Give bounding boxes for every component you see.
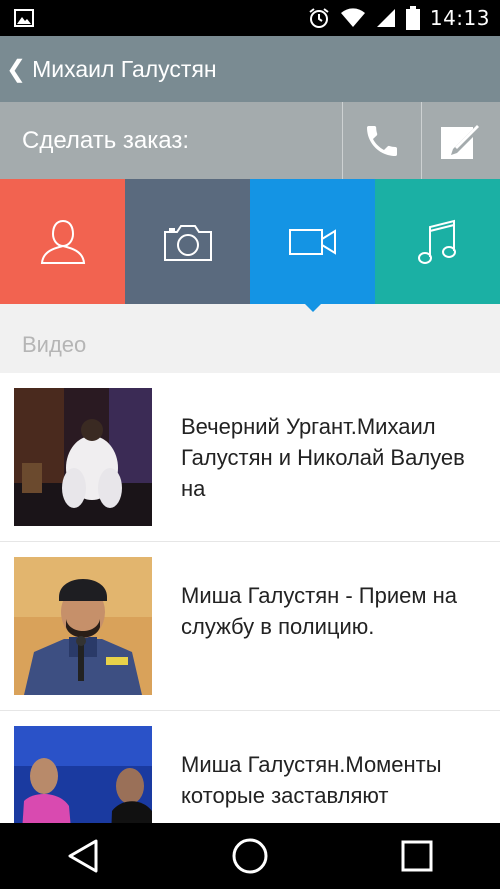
camera-icon [163, 224, 212, 261]
video-thumbnail [14, 388, 152, 526]
nav-home-button[interactable] [220, 826, 280, 886]
section-header: Видео [0, 304, 500, 373]
back-icon [68, 839, 98, 873]
home-icon [232, 838, 268, 874]
video-item[interactable]: Вечерний Ургант.Михаил Галустян и Никола… [0, 373, 500, 542]
profile-header: ❮ Михаил Галустян Сделать заказ: [0, 36, 500, 179]
nav-back-button[interactable] [53, 826, 113, 886]
wifi-icon [340, 8, 365, 27]
person-icon [40, 219, 85, 264]
order-form-button[interactable] [421, 102, 500, 179]
video-item[interactable]: Миша Галустян - Прием на службу в полици… [0, 542, 500, 711]
video-thumbnail [14, 726, 152, 823]
alarm-icon [309, 8, 329, 28]
category-tabs [0, 179, 500, 312]
recents-icon [401, 840, 433, 872]
back-chevron-icon[interactable]: ❮ [6, 55, 26, 84]
image-icon [14, 9, 34, 27]
system-nav-bar [0, 823, 500, 889]
music-icon [417, 219, 456, 264]
battery-icon [405, 6, 420, 30]
call-button[interactable] [342, 102, 421, 179]
video-title: Вечерний Ургант.Михаил Галустян и Никола… [181, 414, 465, 501]
order-label: Сделать заказ: [22, 126, 190, 154]
video-item[interactable]: Миша Галустян.Моменты которые заставляют [0, 711, 500, 823]
signal-icon [376, 9, 395, 27]
video-title: Миша Галустян.Моменты которые заставляют [181, 752, 442, 808]
page-title: Михаил Галустян [32, 55, 217, 82]
video-thumbnail [14, 557, 152, 695]
order-bar: Сделать заказ: [0, 102, 500, 179]
section-label: Видео [22, 332, 87, 357]
clock: 14:13 [429, 6, 490, 30]
video-icon [288, 228, 336, 255]
nav-recents-button[interactable] [387, 826, 447, 886]
status-bar: 14:13 [0, 0, 500, 36]
edit-icon [441, 124, 481, 159]
tab-profile[interactable] [0, 179, 125, 304]
tab-music[interactable] [375, 179, 500, 304]
phone-icon [367, 125, 397, 156]
video-list[interactable]: Вечерний Ургант.Михаил Галустян и Никола… [0, 373, 500, 823]
top-bar: ❮ Михаил Галустян [0, 36, 500, 102]
tab-photos[interactable] [125, 179, 250, 304]
tab-video[interactable] [250, 179, 375, 312]
video-title: Миша Галустян - Прием на службу в полици… [181, 583, 457, 639]
